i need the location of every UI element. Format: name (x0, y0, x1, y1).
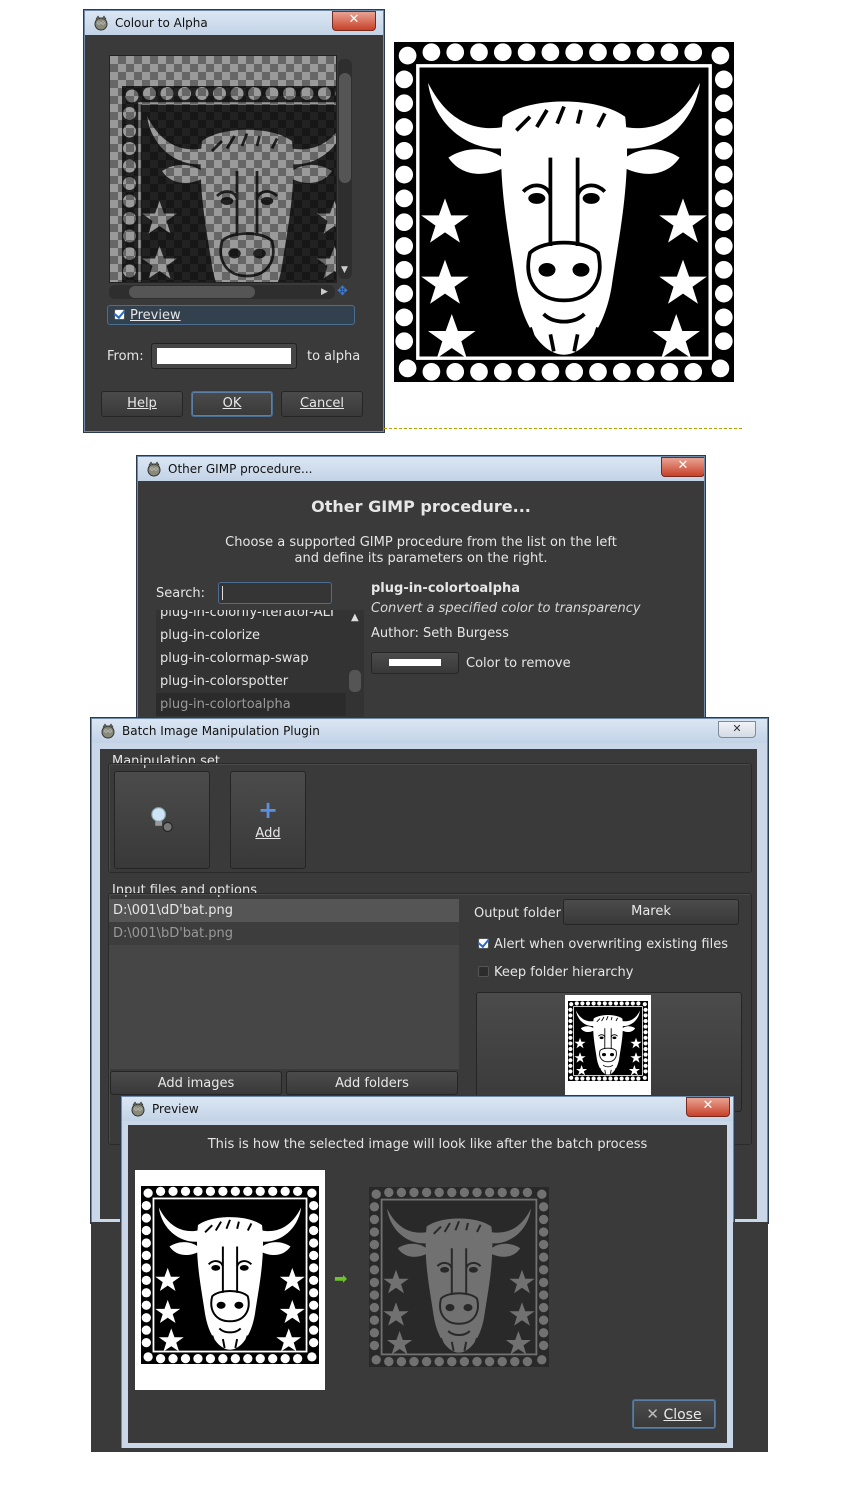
scroll-right-arrow-icon[interactable]: ▶ (321, 287, 328, 297)
file-list[interactable]: D:\001\dD'bat.png D:\001\bD'bat.png (109, 899, 459, 1069)
keep-hierarchy-label: Keep folder hierarchy (494, 965, 634, 980)
other-procedure-titlebar: Other GIMP procedure... ✕ (138, 457, 704, 481)
preview-checkbox-row[interactable]: Preview (107, 305, 355, 325)
color-swatch (389, 659, 441, 666)
window-title: Colour to Alpha (115, 16, 208, 30)
gimp-wilber-icon (101, 723, 115, 739)
add-manipulation-button[interactable]: + Add (230, 771, 306, 869)
from-label: From: (107, 349, 144, 364)
close-window-button[interactable]: ✕ (686, 1097, 730, 1117)
thumbnail-background (565, 995, 651, 1095)
procedure-list[interactable]: plug-in-colorify-iterator-ALT plug-in-co… (156, 610, 346, 719)
preview-message: This is how the selected image will look… (207, 1137, 648, 1152)
alert-overwrite-checkbox[interactable] (478, 938, 489, 949)
procedure-summary: Convert a specified color to transparenc… (371, 601, 641, 616)
from-color-swatch (157, 348, 291, 364)
dark-backdrop (91, 1448, 768, 1452)
preview-vscrollbar[interactable]: ▼ (338, 59, 352, 279)
gimp-wilber-icon (147, 461, 161, 477)
plus-icon: + (257, 796, 279, 824)
text-cursor (222, 586, 223, 600)
other-procedure-dialog: Other GIMP procedure... ✕ Other GIMP pro… (137, 456, 705, 720)
add-folders-button[interactable]: Add folders (286, 1071, 458, 1095)
close-window-button[interactable]: ✕ (661, 457, 704, 477)
preview-hscrollbar[interactable] (109, 285, 335, 299)
scroll-down-arrow-icon[interactable]: ▼ (341, 265, 348, 275)
preview-image (122, 86, 336, 282)
list-vscrollbar[interactable]: ▲ (346, 610, 364, 719)
file-row[interactable]: D:\001\dD'bat.png (109, 899, 459, 922)
preview-content: This is how the selected image will look… (128, 1125, 727, 1443)
ok-button[interactable]: OK (191, 391, 273, 417)
preview-titlebar: Preview ✕ (122, 1097, 733, 1121)
list-item[interactable]: plug-in-colorify-iterator-ALT (156, 610, 346, 624)
scroll-up-arrow-icon[interactable]: ▲ (351, 612, 359, 623)
canvas-selection-edge (384, 428, 742, 429)
vscroll-thumb[interactable] (339, 73, 351, 183)
arrow-right-icon: ➡ (334, 1269, 348, 1288)
window-title: Preview (152, 1102, 199, 1116)
close-x-icon: ✕ (646, 1405, 659, 1423)
add-label: Add (255, 826, 281, 841)
canvas-image (394, 42, 734, 382)
colour-to-alpha-titlebar: Colour to Alpha ✕ (85, 11, 383, 35)
file-row[interactable]: D:\001\bD'bat.png (109, 922, 459, 945)
list-item[interactable]: plug-in-colormap-swap (156, 647, 346, 670)
search-input[interactable] (218, 582, 332, 604)
processed-image (369, 1187, 549, 1367)
preview-area[interactable] (109, 55, 337, 283)
color-to-remove-button[interactable] (371, 652, 459, 674)
close-window-button[interactable]: ✕ (332, 11, 376, 31)
color-to-remove-label: Color to remove (466, 656, 571, 671)
thumbnail-image (568, 1001, 648, 1081)
keep-hierarchy-checkbox[interactable] (478, 966, 489, 977)
preview-dialog: Preview ✕ This is how the selected image… (121, 1096, 734, 1450)
alert-overwrite-label: Alert when overwriting existing files (494, 937, 728, 952)
keep-hierarchy-option[interactable]: Keep folder hierarchy (478, 965, 633, 980)
preview-label: Preview (130, 308, 181, 323)
close-window-button[interactable]: ✕ (718, 721, 756, 738)
close-button[interactable]: ✕ Close (632, 1399, 716, 1429)
procedure-name: plug-in-colortoalpha (371, 581, 520, 596)
list-item[interactable]: plug-in-colorize (156, 624, 346, 647)
list-item[interactable]: plug-in-colorspotter (156, 670, 346, 693)
lightbulb-wilber-icon (151, 807, 173, 833)
list-item-selected[interactable]: plug-in-colortoalpha (156, 693, 346, 716)
thumbnail-preview-button[interactable] (476, 992, 742, 1112)
gimp-wilber-icon (131, 1101, 145, 1117)
procedure-description-1: Choose a supported GIMP procedure from t… (225, 535, 617, 550)
procedure-description-2: and define its parameters on the right. (294, 551, 548, 566)
original-image (141, 1186, 319, 1364)
preview-checkbox[interactable] (114, 309, 125, 320)
from-color-button[interactable] (151, 343, 297, 369)
dark-backdrop (91, 1222, 121, 1452)
window-title: Other GIMP procedure... (168, 462, 313, 476)
procedure-author: Author: Seth Burgess (371, 626, 509, 641)
output-folder-button[interactable]: Marek (563, 899, 739, 925)
help-button[interactable]: Help (101, 391, 183, 417)
cancel-button[interactable]: Cancel (281, 391, 363, 417)
navigate-icon[interactable]: ✥ (337, 284, 348, 299)
manipulation-button[interactable] (114, 771, 210, 869)
dark-backdrop (733, 1222, 768, 1452)
output-folder-label: Output folder (474, 906, 562, 921)
bimp-titlebar: Batch Image Manipulation Plugin ✕ (92, 719, 767, 743)
original-image-panel (135, 1170, 325, 1390)
alert-overwrite-option[interactable]: Alert when overwriting existing files (478, 937, 728, 952)
gimp-wilber-icon (94, 15, 108, 31)
add-images-button[interactable]: Add images (110, 1071, 282, 1095)
to-alpha-label: to alpha (307, 349, 361, 364)
colour-to-alpha-dialog: Colour to Alpha ✕ ▼ ▶ ✥ Preview From: to… (84, 10, 384, 432)
list-scroll-thumb[interactable] (349, 670, 361, 692)
search-label: Search: (156, 586, 206, 601)
procedure-heading: Other GIMP procedure... (311, 497, 531, 516)
window-title: Batch Image Manipulation Plugin (122, 724, 320, 738)
hscroll-thumb[interactable] (129, 286, 255, 298)
